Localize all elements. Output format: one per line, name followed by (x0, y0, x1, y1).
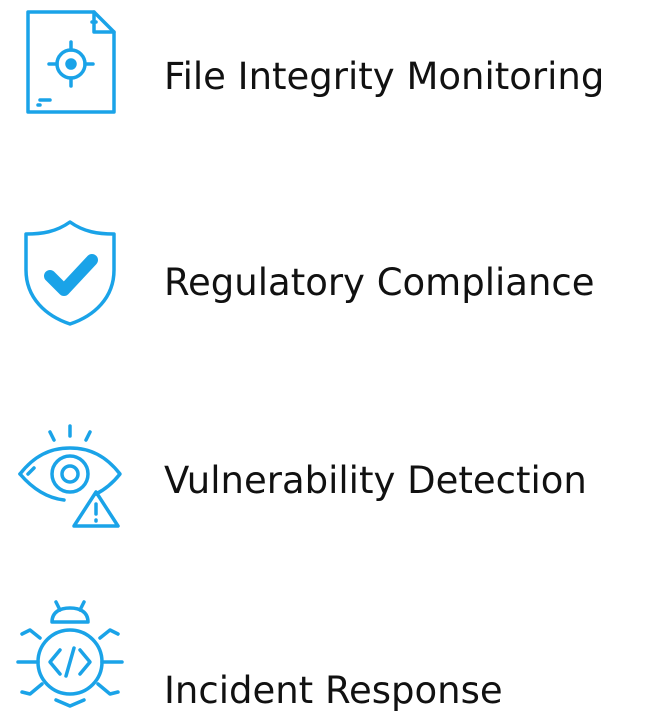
feature-label: File Integrity Monitoring (164, 55, 605, 98)
file-target-icon (16, 8, 124, 116)
feature-incident-response: Incident Response (0, 600, 666, 720)
feature-vulnerability-detection: Vulnerability Detection (0, 422, 666, 542)
feature-label: Vulnerability Detection (164, 459, 587, 502)
feature-label: Incident Response (164, 669, 503, 712)
bug-code-icon (16, 600, 124, 708)
feature-label: Regulatory Compliance (164, 261, 595, 304)
eye-warning-icon (16, 422, 124, 530)
feature-regulatory-compliance: Regulatory Compliance (0, 218, 666, 338)
feature-file-integrity-monitoring: File Integrity Monitoring (0, 8, 666, 128)
shield-check-icon (16, 218, 124, 326)
